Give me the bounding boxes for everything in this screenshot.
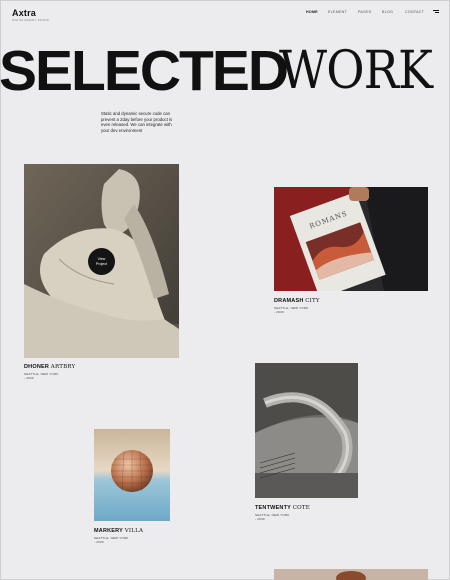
project-title[interactable]: TENTWENTY COTE xyxy=(255,505,310,511)
project-meta: SEATTLE, NEW YORK - 2030 xyxy=(255,513,289,522)
project-title-light: ARTBRY xyxy=(50,364,76,370)
project-image-book[interactable]: ROMANS xyxy=(274,187,428,291)
project-meta: SEATTLE, NEW YORK - 2030 xyxy=(94,536,128,545)
project-year: - 2030 xyxy=(24,376,34,381)
book-image: ROMANS xyxy=(274,187,428,291)
project-title-bold: TENTWENTY xyxy=(255,505,292,511)
project-meta: SEATTLE, NEW YORK - 2030 xyxy=(274,306,308,315)
nav-blog[interactable]: BLOG xyxy=(382,10,393,14)
project-year: - 2030 xyxy=(94,540,104,545)
project-title-bold: DHONER xyxy=(24,364,50,370)
project-title-light: VILLA xyxy=(124,528,144,534)
project-title[interactable]: DRAMASH CITY xyxy=(274,298,320,304)
logo[interactable]: Axtra DIGITAL AGENCY STUDIO xyxy=(12,8,49,22)
project-image-stairs[interactable] xyxy=(255,363,358,498)
hero-bold: SELECTED xyxy=(0,39,289,103)
view-project-button[interactable]: View Project xyxy=(88,248,115,275)
nav-home[interactable]: HOME xyxy=(306,10,318,14)
project-title[interactable]: MARKERY VILLA xyxy=(94,528,143,534)
project-year: - 2030 xyxy=(274,310,284,315)
project-image-next[interactable] xyxy=(274,569,428,580)
project-title[interactable]: DHONER ARTBRY xyxy=(24,364,75,370)
logo-tagline: DIGITAL AGENCY STUDIO xyxy=(12,19,49,22)
hero-heading: SELECTED WORK xyxy=(0,39,450,103)
project-year: - 2030 xyxy=(255,517,265,522)
hamburger-icon[interactable] xyxy=(433,10,439,14)
stairs-image xyxy=(255,363,358,498)
project-title-bold: DRAMASH xyxy=(274,298,304,304)
project-image-discoball[interactable] xyxy=(94,429,170,521)
nav-element[interactable]: ELEMENT xyxy=(328,10,347,14)
hero-light: WORK xyxy=(279,41,433,101)
intro-text: Static and dynamic secure code can preve… xyxy=(101,111,173,133)
disco-ball-image xyxy=(94,429,170,521)
nav-pages[interactable]: PAGES xyxy=(358,10,372,14)
nav-contact[interactable]: CONTACT xyxy=(405,10,424,14)
view-project-label: View Project xyxy=(95,256,108,266)
project-title-bold: MARKERY xyxy=(94,528,124,534)
project-title-light: CITY xyxy=(305,298,320,304)
logo-text: Axtra xyxy=(12,8,37,18)
project-title-light: COTE xyxy=(292,505,310,511)
project-meta: SEATTLE, NEW YORK - 2030 xyxy=(24,372,58,381)
